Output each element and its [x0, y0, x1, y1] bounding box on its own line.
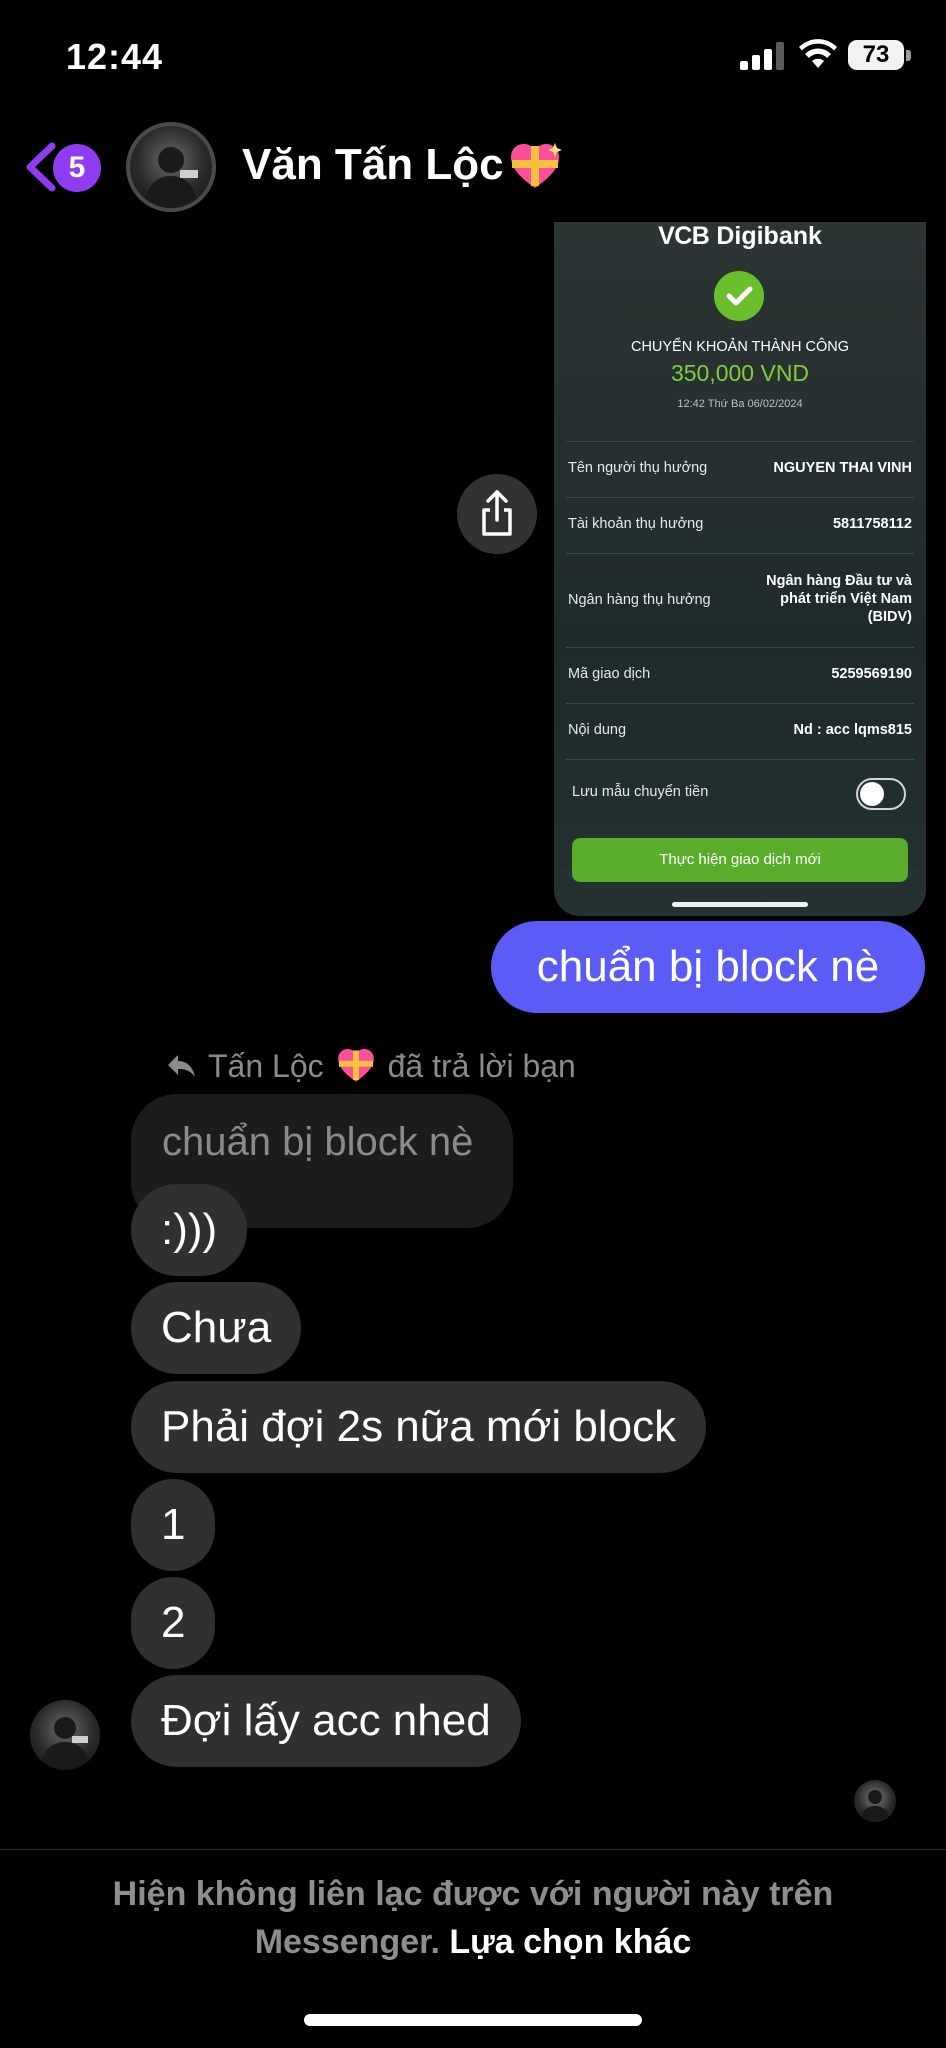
transfer-status: CHUYỂN KHOẢN THÀNH CÔNG	[630, 339, 850, 355]
incoming-message[interactable]: 2	[131, 1577, 216, 1669]
share-button[interactable]	[457, 474, 537, 554]
receipt-value: NGUYEN THAI VINH	[773, 460, 912, 476]
incoming-message[interactable]: Phải đợi 2s nữa mới block	[131, 1381, 707, 1473]
battery-cap	[906, 50, 911, 61]
receipt-label: Mã giao dịch	[568, 666, 651, 682]
receipt-value: 5259569190	[831, 666, 912, 682]
home-indicator[interactable]	[304, 2014, 642, 2026]
notice-line-2: Messenger.	[254, 1923, 440, 1961]
contact-name[interactable]: Văn Tấn Lộc	[242, 140, 504, 190]
reply-arrow-icon	[168, 1055, 195, 1077]
divider	[566, 497, 914, 498]
receipt-label: Ngân hàng thụ hưởng	[568, 592, 711, 608]
unread-badge[interactable]: 5	[53, 144, 101, 192]
reply-sender: Tấn Lộc	[208, 1047, 324, 1084]
sparkling-heart-emoji	[337, 1048, 374, 1082]
receipt-home-indicator	[672, 902, 808, 907]
receipt-value: 5811758112	[832, 516, 912, 532]
incoming-message[interactable]: :)))	[131, 1184, 248, 1276]
save-template-toggle[interactable]	[856, 778, 906, 810]
vcb-digibank-logo: VCB Digibank	[658, 222, 822, 250]
divider	[566, 703, 914, 704]
receipt-label: Nội dung	[568, 722, 627, 738]
reply-text: đã trả lời bạn	[387, 1047, 576, 1084]
sender-avatar[interactable]	[30, 1700, 100, 1770]
divider	[566, 441, 914, 442]
receipt-value: Ngân hàng Đầu tư và phát triển Việt Nam …	[766, 573, 912, 625]
transfer-receipt-image[interactable]: VCB Digibank CHUYỂN KHOẢN THÀNH CÔNG 350…	[554, 222, 926, 916]
sparkling-heart-emoji	[511, 143, 562, 188]
divider	[566, 647, 914, 648]
divider	[566, 553, 914, 554]
battery-icon: 73	[848, 40, 904, 70]
reply-indicator: Tấn Lộc đã trả lời bạn	[166, 1046, 576, 1086]
transfer-timestamp: 12:42 Thứ Ba 06/02/2024	[677, 398, 803, 410]
incoming-message[interactable]: Đợi lấy acc nhed	[131, 1675, 521, 1767]
other-options-link[interactable]: Lựa chọn khác	[449, 1923, 691, 1961]
success-check-icon	[714, 271, 764, 321]
incoming-message[interactable]: Chưa	[131, 1282, 302, 1374]
cellular-signal-icon	[740, 42, 784, 70]
receipt-value: Nd : acc lqms815	[793, 722, 912, 738]
receipt-label: Tên người thụ hưởng	[568, 460, 708, 476]
notice-line-1: Hiện không liên lạc được với người này t…	[112, 1875, 834, 1913]
unavailable-notice: Hiện không liên lạc được với người này t…	[0, 1870, 946, 1966]
divider	[566, 759, 914, 760]
transfer-amount: 350,000 VND	[670, 360, 810, 386]
composer-divider	[0, 1849, 946, 1850]
save-template-label: Lưu mẫu chuyển tiền	[572, 784, 709, 800]
receipt-label: Tài khoản thụ hưởng	[568, 516, 704, 532]
status-time: 12:44	[66, 36, 164, 77]
contact-avatar[interactable]	[126, 122, 216, 212]
wifi-icon	[799, 39, 837, 68]
incoming-message[interactable]: 1	[131, 1479, 216, 1571]
new-transaction-button[interactable]: Thực hiện giao dịch mới	[572, 838, 908, 882]
read-receipt-avatar	[854, 1780, 896, 1822]
outgoing-message[interactable]: chuẩn bị block nè	[491, 921, 925, 1013]
